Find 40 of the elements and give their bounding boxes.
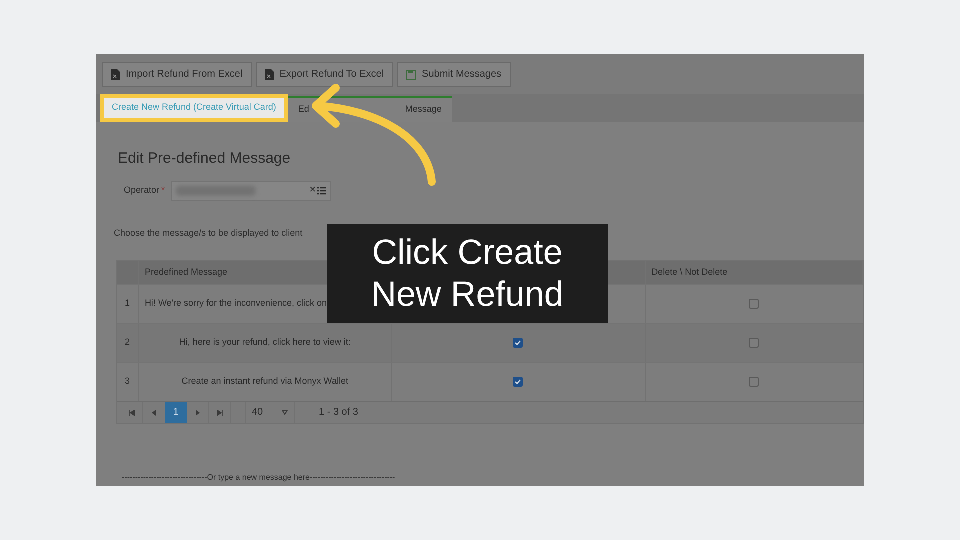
tab-label: Ed <box>298 103 310 116</box>
toolbar-button[interactable]: Export Refund To Excel <box>256 62 394 87</box>
field-label: Operator <box>124 184 160 197</box>
checkbox[interactable] <box>749 299 760 309</box>
required-mark: * <box>162 184 166 197</box>
callout-text: Click Create <box>372 232 563 274</box>
callout-text: New Refund <box>371 274 564 316</box>
operator-field[interactable]: × <box>171 180 332 200</box>
toolbar-button[interactable]: Submit Messages <box>397 62 511 87</box>
save-icon <box>406 70 416 80</box>
first-page-icon <box>128 410 134 416</box>
checkbox[interactable] <box>749 338 760 348</box>
spreadsheet-file-icon <box>264 69 274 80</box>
list-icon <box>317 186 326 194</box>
row-number: 2 <box>124 336 130 350</box>
section-heading: Edit Pre-defined Message <box>118 149 292 169</box>
divider-text: --------------------------------Or type a new message here-------------------------------- <box>122 472 396 484</box>
row-number: 3 <box>124 375 130 388</box>
checkbox[interactable] <box>513 377 524 387</box>
toolbar-button[interactable]: Import Refund From Excel <box>102 62 252 87</box>
pager-summary: 1 - 3 of 3 <box>319 406 358 420</box>
column-header: Predefined Message <box>144 266 228 279</box>
instruction-text: Choose the message/s to be displayed to client <box>114 226 304 240</box>
row-number: 1 <box>124 297 130 310</box>
page-size-select[interactable]: 40 <box>245 402 295 423</box>
last-page-icon <box>216 410 222 416</box>
tab-label: Message <box>405 103 442 116</box>
column-header: Delete \ Not Delete <box>652 266 728 279</box>
table-cell-text: Create an instant refund via Monyx Wallet <box>182 375 348 388</box>
tab[interactable]: Create New Refund (Create Virtual Card) <box>100 94 288 122</box>
previous-icon <box>152 410 156 416</box>
table-cell-text: Hi, here is your refund, click here to view it: <box>179 336 351 350</box>
next-icon <box>196 410 200 416</box>
spreadsheet-file-icon <box>111 69 120 80</box>
checkbox[interactable] <box>749 377 760 387</box>
checkbox[interactable] <box>513 338 524 348</box>
dropdown-caret-icon <box>282 410 288 415</box>
table-cell-text: Hi! We're sorry for the inconvenience, click on <box>144 297 328 310</box>
page-button[interactable]: 1 <box>165 402 187 423</box>
clear-button[interactable]: × <box>310 182 316 199</box>
